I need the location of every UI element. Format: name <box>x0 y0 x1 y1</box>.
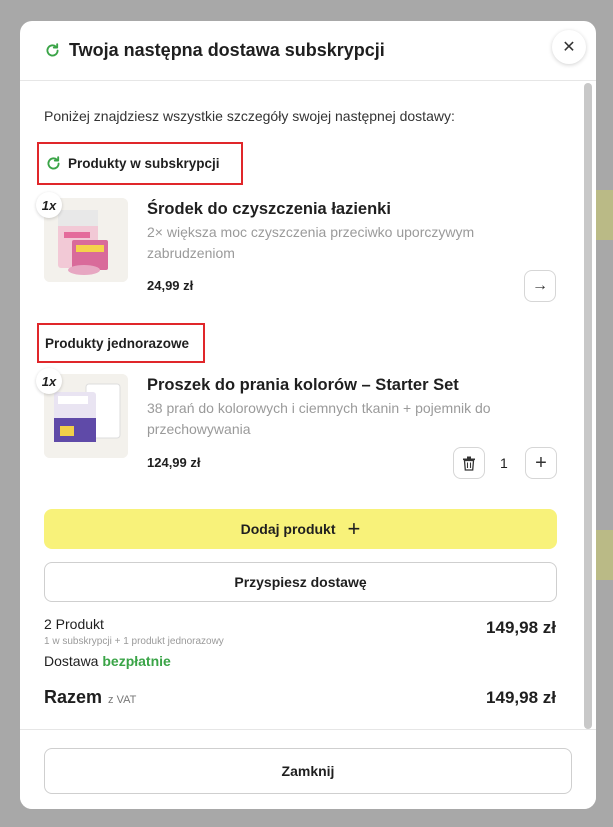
subscription-delivery-modal: Twoja następna dostawa subskrypcji ✕ Pon… <box>20 21 596 809</box>
product-price: 124,99 zł <box>147 455 201 470</box>
intro-text: Poniżej znajdziesz wszystkie szczegóły s… <box>44 108 455 124</box>
plus-icon: + <box>347 516 361 541</box>
summary-subtotal: 149,98 zł <box>486 618 556 637</box>
arrow-right-icon: → <box>532 277 548 294</box>
background-shape <box>596 190 613 240</box>
modal-footer: Zamknij <box>20 729 596 809</box>
close-modal-button[interactable]: Zamknij <box>44 748 572 794</box>
modal-header: Twoja następna dostawa subskrypcji <box>20 21 596 81</box>
trash-icon <box>463 456 475 471</box>
summary-count: 2 Produkt <box>44 616 104 632</box>
product-price: 24,99 zł <box>147 278 194 293</box>
total-vat: z VAT <box>108 694 137 706</box>
plus-icon: + <box>535 451 547 474</box>
onetime-section-heading: Produkty jednorazowe <box>37 323 205 363</box>
product-name: Środek do czyszczenia łazienki <box>147 200 391 218</box>
product-description: 2× większa moc czyszczenia przeciwko upo… <box>147 224 475 261</box>
scrollbar[interactable] <box>584 83 592 729</box>
shipping-value: bezpłatnie <box>102 653 171 669</box>
quantity-badge: 1x <box>36 368 62 394</box>
summary-breakdown: 1 w subskrypcji + 1 produkt jednorazowy <box>44 636 224 647</box>
product-details-button[interactable]: → <box>524 270 556 302</box>
summary-shipping: Dostawa bezpłatnie <box>44 653 171 669</box>
close-modal-label: Zamknij <box>281 763 335 779</box>
total-label: Razem <box>44 687 103 707</box>
close-button[interactable]: ✕ <box>552 30 586 64</box>
refresh-icon <box>46 43 59 57</box>
quantity-badge: 1x <box>36 192 62 218</box>
speed-up-delivery-button[interactable]: Przyspiesz dostawę <box>44 562 557 602</box>
add-product-label: Dodaj produkt <box>240 521 336 537</box>
section-label: Produkty jednorazowe <box>45 335 190 351</box>
increase-quantity-button[interactable]: + <box>525 447 557 479</box>
speed-up-label: Przyspiesz dostawę <box>234 574 367 590</box>
shipping-label: Dostawa <box>44 653 99 669</box>
product-name: Proszek do prania kolorów – Starter Set <box>147 376 459 394</box>
background-shape <box>596 530 613 580</box>
total-price: 149,98 zł <box>486 688 556 707</box>
section-label: Produkty w subskrypcji <box>68 156 220 171</box>
add-product-button[interactable]: Dodaj produkt + <box>44 509 557 549</box>
modal-title: Twoja następna dostawa subskrypcji <box>69 40 385 60</box>
close-icon: ✕ <box>562 39 576 56</box>
total-label-group: Razem z VAT <box>44 687 136 708</box>
product-description: 38 prań do kolorowych i ciemnych tkanin … <box>147 400 491 437</box>
refresh-icon <box>47 156 60 170</box>
subscription-section-heading: Produkty w subskrypcji <box>37 142 243 185</box>
delete-product-button[interactable] <box>453 447 485 479</box>
quantity-value: 1 <box>500 455 508 471</box>
scrollbar-thumb[interactable] <box>584 83 592 729</box>
